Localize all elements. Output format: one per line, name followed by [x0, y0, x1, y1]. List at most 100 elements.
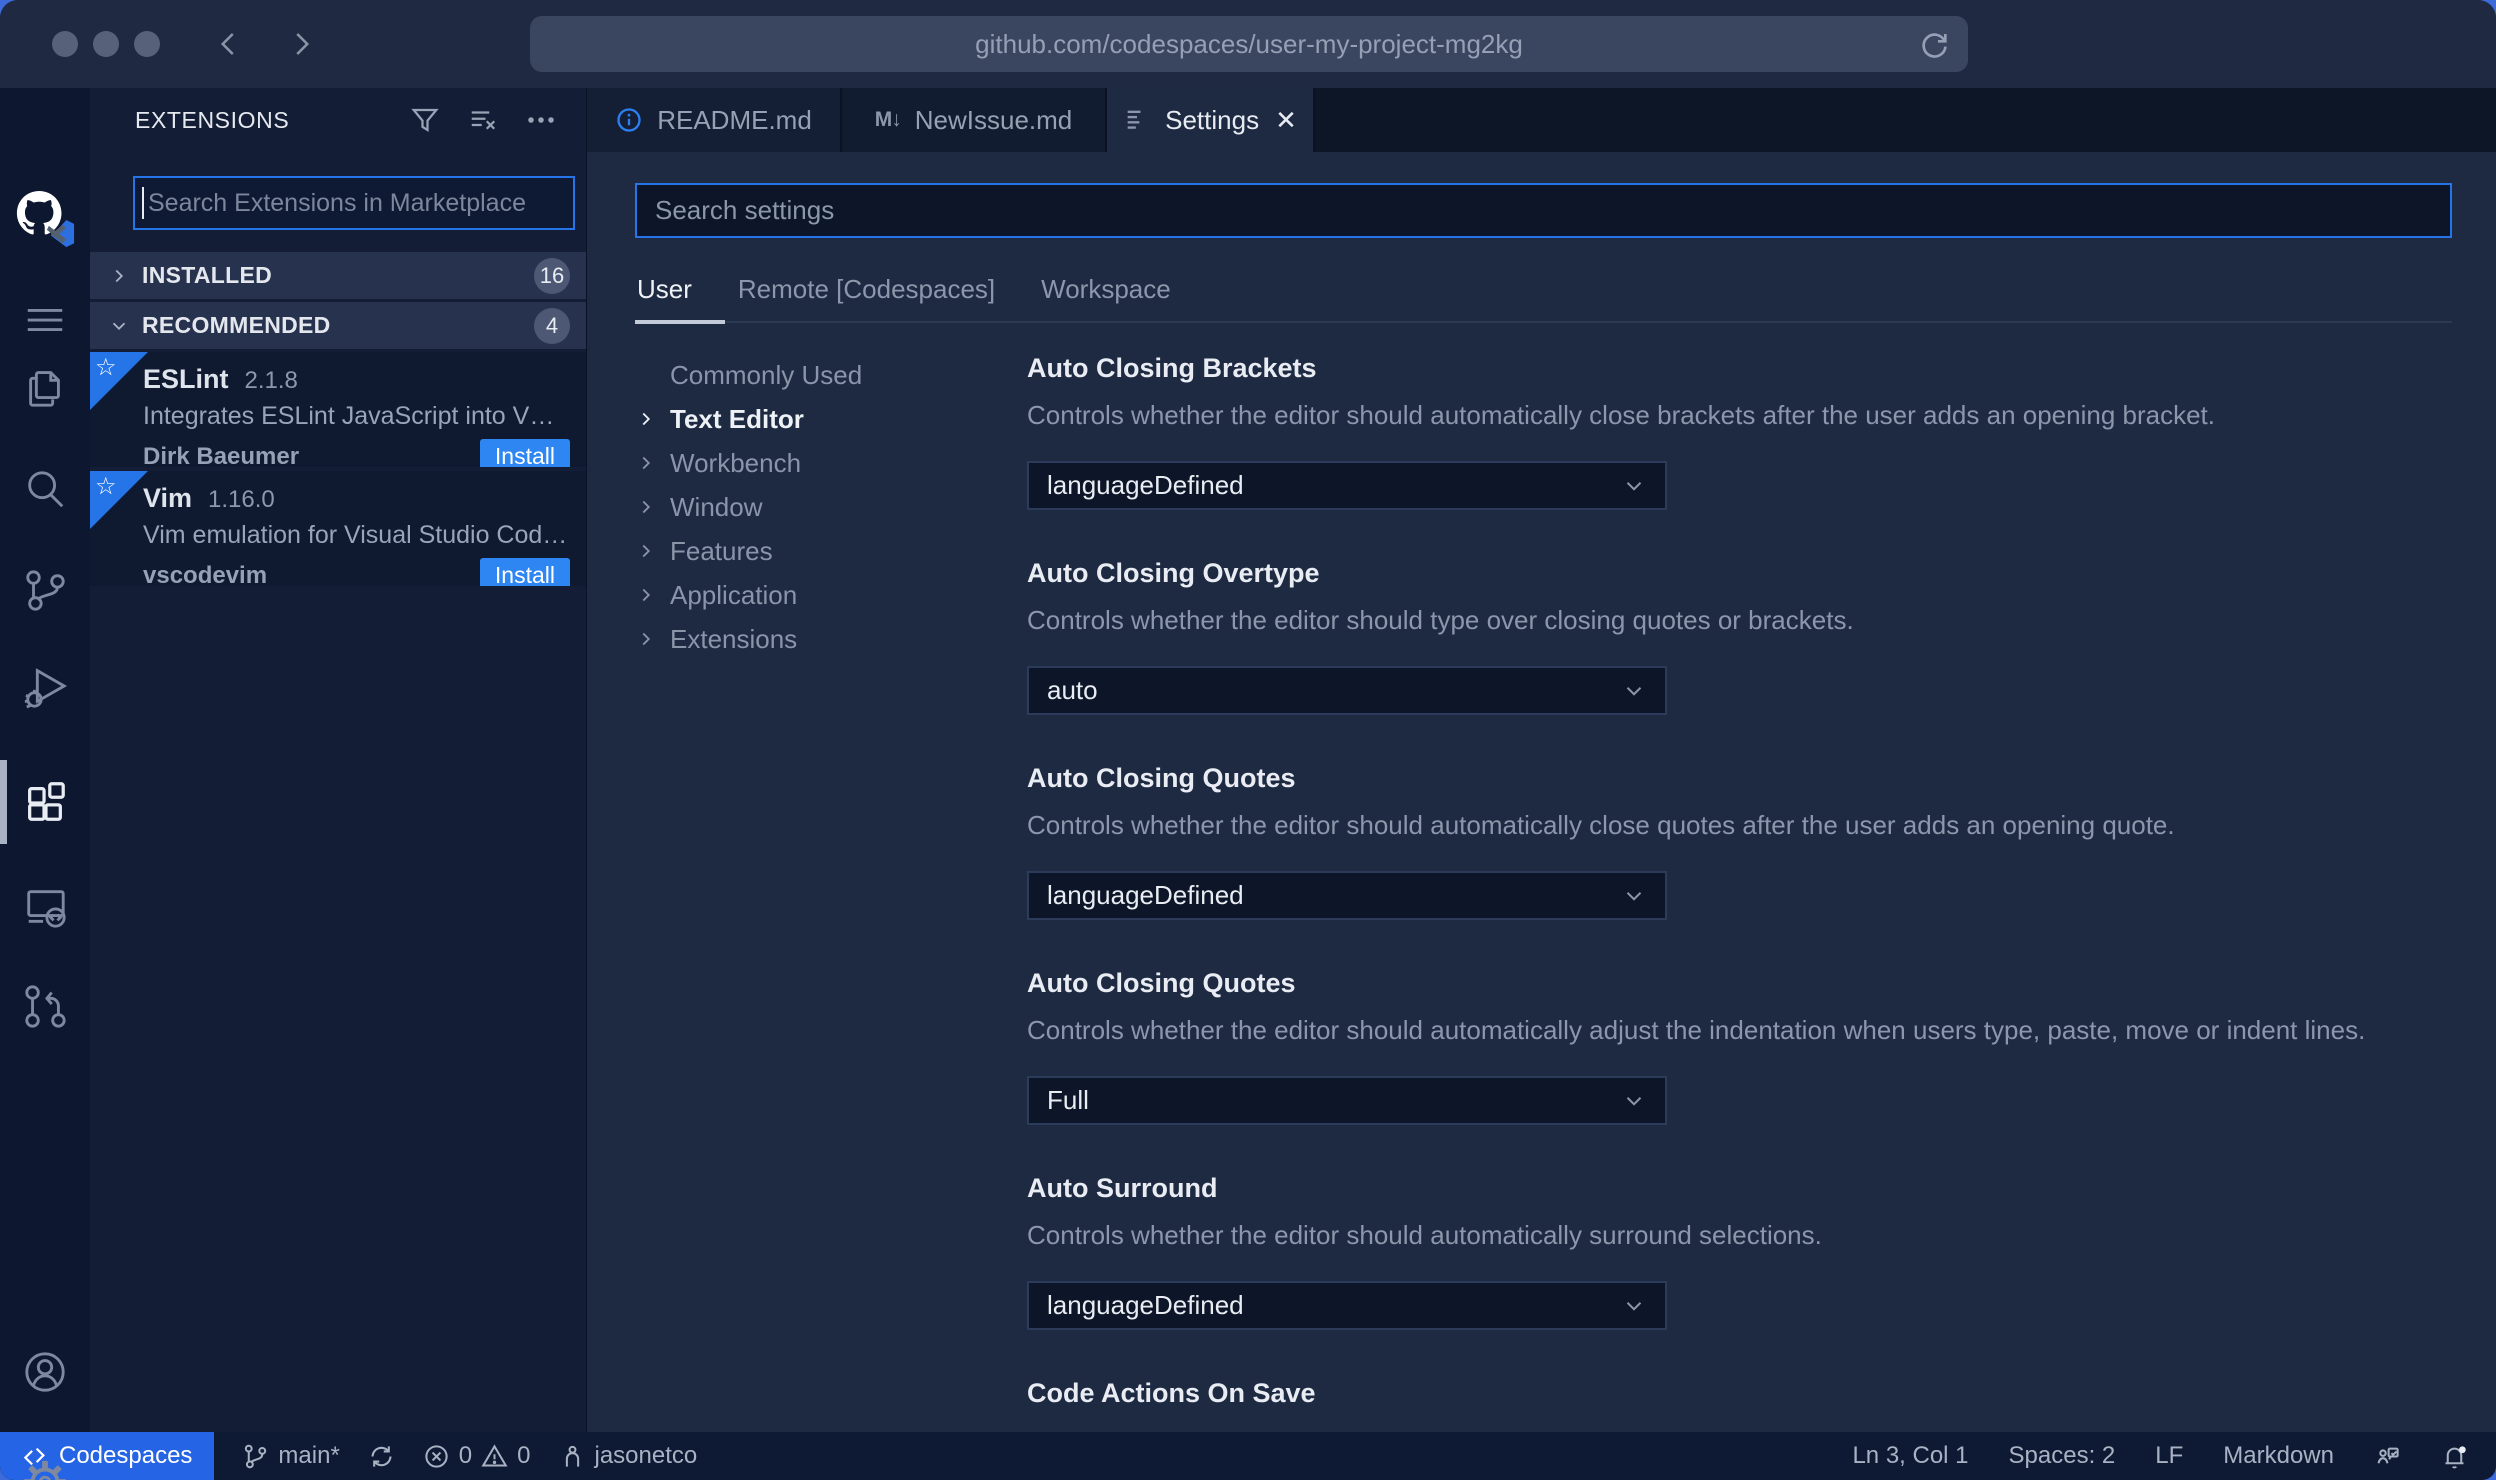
activity-bar — [0, 88, 90, 1480]
source-control-icon[interactable] — [0, 554, 90, 626]
chevron-down-icon — [112, 322, 126, 330]
cursor-position[interactable]: Ln 3, Col 1 — [1852, 1442, 1968, 1470]
address-bar[interactable]: github.com/codespaces/user-my-project-mg… — [530, 16, 1968, 72]
setting-code-actions-on-save: Code Actions On Save — [1027, 1378, 2452, 1409]
toc-item-application[interactable]: Application — [635, 573, 985, 617]
chevron-right-icon — [115, 269, 124, 282]
settings-editor: Search settings User Remote [Codespaces]… — [587, 152, 2496, 1432]
chevron-down-icon — [1626, 1096, 1642, 1106]
close-tab-icon[interactable]: ✕ — [1275, 105, 1297, 136]
setting-title: Code Actions On Save — [1027, 1378, 1316, 1408]
extension-description: Integrates ESLint JavaScript into VS C..… — [143, 402, 570, 430]
extension-author: vscodevim — [143, 561, 268, 587]
user-indicator[interactable]: jasonetco — [559, 1442, 697, 1470]
remote-explorer-icon[interactable] — [0, 870, 90, 942]
errors-icon — [425, 1444, 448, 1468]
scope-tab-remote[interactable]: Remote [Codespaces] — [738, 274, 995, 305]
problems-indicator[interactable]: 0 0 — [423, 1442, 531, 1470]
setting-value-dropdown[interactable]: Full — [1027, 1076, 1667, 1125]
setting-description: Controls whether the editor should autom… — [1027, 1015, 2366, 1045]
setting-value-dropdown[interactable]: languageDefined — [1027, 461, 1667, 510]
language-mode-indicator[interactable]: Markdown — [2223, 1442, 2334, 1470]
recommended-section-header[interactable]: RECOMMENDED 4 — [90, 302, 586, 349]
bell-icon — [2445, 1445, 2466, 1469]
window-minimize-button[interactable] — [93, 31, 119, 57]
toc-item-window[interactable]: Window — [635, 485, 985, 529]
reload-icon[interactable] — [1918, 28, 1950, 60]
git-branch-icon — [245, 1444, 267, 1468]
menu-icon[interactable] — [0, 284, 90, 356]
window-zoom-button[interactable] — [134, 31, 160, 57]
warnings-icon — [481, 1443, 508, 1467]
chevron-right-icon — [642, 632, 651, 646]
chevron-right-icon — [642, 544, 651, 558]
extension-list-item-vim[interactable]: ☆ Vim 1.16.0 Vim emulation for Visual St… — [90, 471, 586, 586]
info-icon — [617, 108, 641, 132]
window-controls[interactable] — [52, 31, 160, 57]
sync-indicator[interactable] — [368, 1443, 395, 1470]
settings-editor-icon — [1127, 110, 1141, 129]
settings-list: Auto Closing Brackets Controls whether t… — [1027, 353, 2452, 1432]
chevron-right-icon — [642, 500, 651, 514]
browser-window: github.com/codespaces/user-my-project-mg… — [0, 0, 2496, 1480]
tab-settings[interactable]: Settings ✕ — [1107, 88, 1315, 152]
more-actions-icon[interactable] — [526, 105, 556, 135]
setting-value-dropdown[interactable]: auto — [1027, 666, 1667, 715]
setting-auto-closing-quotes-2: Auto Closing Quotes Controls whether the… — [1027, 968, 2452, 1125]
extension-list-item-eslint[interactable]: ☆ ESLint 2.1.8 Integrates ESLint JavaScr… — [90, 352, 586, 467]
settings-search-placeholder: Search settings — [655, 195, 835, 225]
installed-section-header[interactable]: INSTALLED 16 — [90, 252, 586, 299]
forward-icon[interactable] — [286, 29, 316, 59]
status-bar: Codespaces main* 0 0 jasonetco Ln 3, Col… — [0, 1432, 2496, 1480]
feedback-button[interactable] — [2374, 1443, 2401, 1470]
setting-title: Auto Closing Overtype — [1027, 558, 1320, 588]
chevron-down-icon — [1626, 481, 1642, 491]
search-icon[interactable] — [0, 454, 90, 526]
install-button[interactable]: Install — [479, 439, 570, 467]
explorer-icon[interactable] — [0, 350, 90, 422]
clear-search-results-icon[interactable] — [468, 105, 498, 135]
settings-gear-icon[interactable] — [0, 1446, 90, 1480]
chevron-right-icon — [642, 456, 651, 470]
setting-value-dropdown[interactable]: languageDefined — [1027, 1281, 1667, 1330]
install-button[interactable]: Install — [479, 558, 570, 586]
toc-item-features[interactable]: Features — [635, 529, 985, 573]
settings-search-input[interactable]: Search settings — [635, 183, 2452, 238]
extension-description: Vim emulation for Visual Studio Code... — [143, 521, 570, 549]
indentation-indicator[interactable]: Spaces: 2 — [2009, 1442, 2116, 1470]
extensions-search-input[interactable]: Search Extensions in Marketplace — [133, 176, 575, 230]
extension-version: 2.1.8 — [244, 367, 298, 394]
toc-item-workbench[interactable]: Workbench — [635, 441, 985, 485]
extensions-sidebar: EXTENSIONS Search Extensions in Marketpl… — [90, 88, 587, 1432]
back-icon[interactable] — [214, 29, 244, 59]
toc-item-text-editor[interactable]: Text Editor — [635, 397, 985, 441]
setting-title: Auto Closing Quotes — [1027, 968, 1296, 998]
tab-readme[interactable]: README.md — [587, 88, 842, 152]
text-caret — [142, 187, 144, 219]
chevron-down-icon — [1626, 891, 1642, 901]
setting-title: Auto Closing Brackets — [1027, 353, 1317, 383]
installed-count-badge: 16 — [534, 257, 570, 294]
editor-tab-bar: README.md M↓ NewIssue.md Settings ✕ — [587, 88, 2496, 152]
extension-name: ESLint — [143, 364, 229, 394]
window-close-button[interactable] — [52, 31, 78, 57]
toc-item-extensions[interactable]: Extensions — [635, 617, 985, 661]
chevron-right-icon — [642, 588, 651, 602]
extensions-icon[interactable] — [0, 760, 90, 844]
sidebar-title: EXTENSIONS — [135, 106, 290, 133]
github-codespaces-logo-icon — [0, 184, 90, 256]
run-debug-icon[interactable] — [0, 650, 90, 722]
pull-request-icon[interactable] — [0, 970, 90, 1042]
eol-indicator[interactable]: LF — [2155, 1442, 2183, 1470]
sync-icon — [371, 1445, 392, 1467]
scope-tab-user[interactable]: User — [637, 274, 692, 305]
branch-indicator[interactable]: main* — [242, 1442, 340, 1470]
filter-icon[interactable] — [410, 105, 440, 135]
active-scope-underline — [635, 320, 725, 324]
notifications-button[interactable] — [2441, 1443, 2468, 1470]
toc-item-commonly-used[interactable]: Commonly Used — [635, 353, 985, 397]
scope-tab-workspace[interactable]: Workspace — [1041, 274, 1171, 305]
account-icon[interactable] — [0, 1336, 90, 1408]
tab-newissue[interactable]: M↓ NewIssue.md — [842, 88, 1107, 152]
setting-value-dropdown[interactable]: languageDefined — [1027, 871, 1667, 920]
